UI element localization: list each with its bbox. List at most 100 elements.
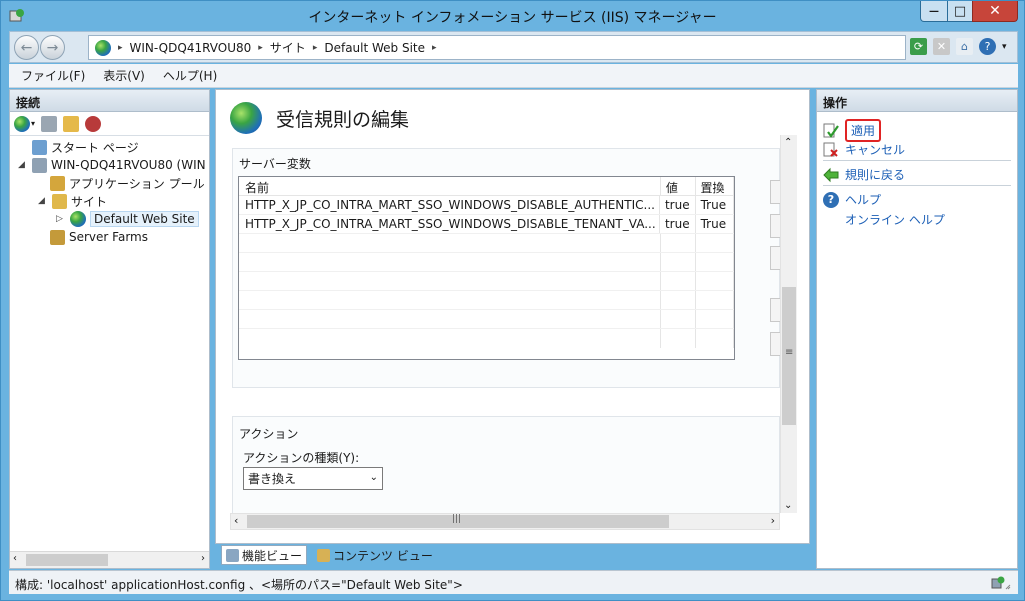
- table-row[interactable]: HTTP_X_JP_CO_INTRA_MART_SSO_WINDOWS_DISA…: [239, 215, 734, 234]
- tab-label: 機能ビュー: [242, 548, 303, 563]
- table-row-empty: [239, 272, 734, 291]
- tree-item-label: アプリケーション プール: [69, 176, 205, 191]
- tab-content-view[interactable]: コンテンツ ビュー: [313, 545, 437, 565]
- globe-icon: [230, 102, 262, 134]
- iis-manager-window: インターネット インフォメーション サービス (IIS) マネージャー — □ …: [0, 0, 1025, 601]
- close-button[interactable]: ✕: [972, 1, 1018, 22]
- app-pool-icon: [50, 175, 65, 191]
- connect-dropdown-icon[interactable]: ▾: [31, 119, 35, 128]
- breadcrumb-sites[interactable]: サイト: [270, 39, 306, 56]
- menu-file[interactable]: ファイル(F): [21, 67, 85, 84]
- maximize-icon: □: [953, 3, 967, 19]
- scroll-thumb[interactable]: ≡: [782, 287, 796, 425]
- server-variables-label: サーバー変数: [239, 157, 311, 171]
- scroll-right-icon[interactable]: ›: [201, 553, 205, 564]
- tab-features-view[interactable]: 機能ビュー: [221, 545, 308, 565]
- grid-header: 名前 値 置換: [239, 177, 734, 196]
- table-row[interactable]: HTTP_X_JP_CO_INTRA_MART_SSO_WINDOWS_DISA…: [239, 196, 734, 215]
- cell-name: HTTP_X_JP_CO_INTRA_MART_SSO_WINDOWS_DISA…: [239, 196, 660, 214]
- home-icon[interactable]: ⌂: [956, 38, 973, 55]
- refresh-icon[interactable]: ⟳: [910, 38, 927, 55]
- expand-icon[interactable]: ▷: [56, 214, 66, 224]
- breadcrumb-separator-icon: ▸: [258, 42, 263, 53]
- column-header-value[interactable]: 値: [661, 177, 696, 195]
- address-bar[interactable]: ▸ WIN-QDQ41RVOU80 ▸ サイト ▸ Default Web Si…: [88, 35, 906, 60]
- forward-arrow-icon: →: [46, 39, 59, 56]
- scroll-down-icon[interactable]: ⌄: [784, 500, 792, 511]
- scroll-right-icon[interactable]: ›: [771, 514, 775, 527]
- features-view-icon: [226, 548, 239, 562]
- network-status-icon: [991, 576, 1011, 590]
- cell-name: HTTP_X_JP_CO_INTRA_MART_SSO_WINDOWS_DISA…: [239, 215, 660, 233]
- connect-icon[interactable]: [14, 115, 30, 132]
- tree-item-server[interactable]: ◢ WIN-QDQ41RVOU80 (WIN: [18, 156, 206, 174]
- scroll-left-icon[interactable]: ‹: [234, 514, 238, 527]
- tree-item-default-web-site[interactable]: ▷ Default Web Site: [56, 210, 199, 228]
- stop-icon[interactable]: ✕: [933, 38, 950, 55]
- tree-item-sites[interactable]: ◢ サイト: [38, 192, 107, 210]
- menu-help[interactable]: ヘルプ(H): [163, 67, 217, 84]
- cancel-action[interactable]: キャンセル: [823, 141, 905, 158]
- back-to-rules-link[interactable]: 規則に戻る: [845, 166, 905, 183]
- scroll-left-icon[interactable]: ‹: [13, 553, 17, 564]
- maximize-button[interactable]: □: [947, 1, 973, 22]
- collapse-icon[interactable]: ◢: [38, 196, 48, 206]
- up-folder-icon[interactable]: [63, 115, 80, 132]
- help-action[interactable]: ? ヘルプ: [823, 191, 881, 208]
- help-icon[interactable]: ?: [979, 38, 996, 55]
- content-view-icon: [317, 548, 331, 562]
- grip-icon: ≡: [785, 347, 794, 358]
- column-header-replace[interactable]: 置換: [696, 177, 734, 195]
- minimize-button[interactable]: —: [920, 1, 948, 22]
- scroll-thumb[interactable]: [26, 554, 108, 566]
- tree-item-server-farms[interactable]: Server Farms: [50, 228, 148, 246]
- scroll-thumb[interactable]: |||: [247, 514, 669, 528]
- table-row-empty: [239, 291, 734, 310]
- back-to-rules-action[interactable]: 規則に戻る: [823, 166, 905, 183]
- scroll-up-icon[interactable]: ⌃: [784, 137, 792, 148]
- breadcrumb-site[interactable]: Default Web Site: [324, 41, 425, 55]
- table-row-empty: [239, 253, 734, 272]
- tree-item-start-page[interactable]: スタート ページ: [32, 138, 139, 156]
- online-help-link[interactable]: オンライン ヘルプ: [845, 211, 945, 228]
- cell-value: true: [660, 215, 696, 233]
- apply-link[interactable]: 適用: [845, 119, 882, 142]
- tab-label: コンテンツ ビュー: [333, 548, 433, 563]
- collapse-icon[interactable]: ◢: [18, 160, 28, 170]
- save-icon[interactable]: [41, 115, 58, 132]
- apply-check-icon: [823, 123, 839, 138]
- disconnect-icon[interactable]: [85, 115, 102, 132]
- center-horizontal-scrollbar[interactable]: ‹ ||| ›: [230, 513, 780, 530]
- table-row-empty: [239, 310, 734, 329]
- cancel-link[interactable]: キャンセル: [845, 141, 905, 158]
- status-text: 構成: 'localhost' applicationHost.config 、…: [15, 578, 463, 592]
- column-header-name[interactable]: 名前: [239, 177, 661, 195]
- grip-icon: |||: [452, 514, 462, 524]
- server-variables-grid: 名前 値 置換 HTTP_X_JP_CO_INTRA_MART_SSO_WIND…: [238, 176, 735, 360]
- help-dropdown-icon[interactable]: ▾: [1002, 42, 1007, 52]
- close-icon: ✕: [989, 3, 1001, 19]
- menu-view[interactable]: 表示(V): [103, 67, 145, 84]
- tree-item-label: スタート ページ: [51, 140, 139, 155]
- connections-pane: 接続 ▾ スタート ページ ◢ WIN-QDQ41RVOU80 (WIN アプリ…: [9, 89, 210, 569]
- apply-action[interactable]: 適用: [823, 119, 882, 142]
- action-group-label: アクション: [239, 427, 299, 441]
- cell-replace: True: [696, 215, 734, 233]
- tree-item-app-pools[interactable]: アプリケーション プール: [50, 174, 205, 192]
- action-type-select[interactable]: 書き換え ⌄: [243, 467, 383, 490]
- status-bar: 構成: 'localhost' applicationHost.config 、…: [9, 570, 1018, 594]
- connections-horizontal-scrollbar[interactable]: ‹ ›: [10, 551, 209, 568]
- tree-item-label: サイト: [71, 194, 108, 209]
- start-page-icon: [32, 139, 47, 155]
- actions-divider: [823, 185, 1011, 186]
- breadcrumb-server[interactable]: WIN-QDQ41RVOU80: [130, 41, 252, 55]
- help-link[interactable]: ヘルプ: [845, 191, 881, 208]
- tree-item-label: Default Web Site: [90, 211, 199, 227]
- cell-value: true: [660, 196, 696, 214]
- action-type-value: 書き換え: [248, 472, 297, 486]
- forward-button[interactable]: →: [40, 35, 65, 60]
- navigation-bar: ← → ▸ WIN-QDQ41RVOU80 ▸ サイト ▸ Default We…: [9, 31, 1018, 63]
- center-vertical-scrollbar[interactable]: ⌃ ≡ ⌄: [780, 135, 797, 513]
- back-button[interactable]: ←: [14, 35, 39, 60]
- online-help-action[interactable]: オンライン ヘルプ: [845, 211, 945, 228]
